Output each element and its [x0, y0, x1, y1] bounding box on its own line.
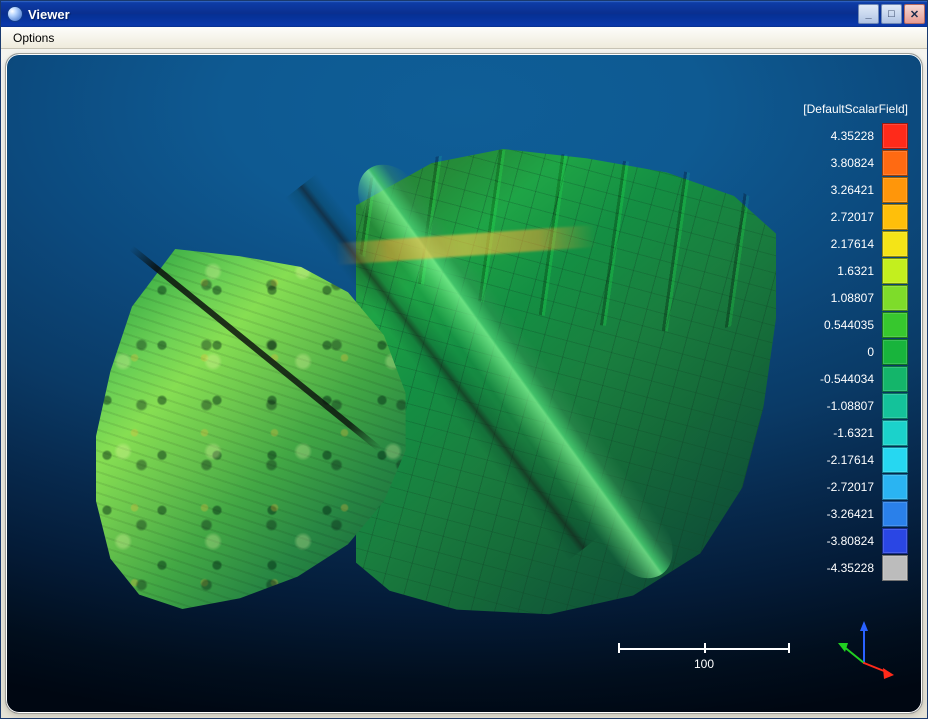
- scale-bar: 100: [618, 643, 790, 671]
- scalar-legend-value: -3.80824: [802, 534, 874, 548]
- model-surface-folds: [346, 149, 766, 469]
- scalar-legend-value: 3.80824: [802, 156, 874, 170]
- scalar-legend-swatch: [882, 420, 908, 446]
- scalar-legend-value: -4.35228: [802, 561, 874, 575]
- model-surface-crack: [129, 246, 381, 452]
- scalar-legend-value: 2.17614: [802, 237, 874, 251]
- scalar-legend-row: -4.35228: [802, 554, 908, 581]
- close-icon: ✕: [910, 8, 919, 21]
- scalar-legend-swatch: [882, 123, 908, 149]
- scalar-legend-value: 0: [802, 345, 874, 359]
- scalar-legend-swatch: [882, 231, 908, 257]
- app-window: Viewer _ □ ✕ Options: [0, 0, 928, 719]
- scalar-legend-row: -2.72017: [802, 473, 908, 500]
- minimize-icon: _: [865, 8, 871, 20]
- scalar-legend-row: 3.80824: [802, 149, 908, 176]
- scalar-legend-row: -1.08807: [802, 392, 908, 419]
- scalar-legend-row: 4.35228: [802, 122, 908, 149]
- scalar-legend-swatch: [882, 339, 908, 365]
- scalar-field-title: [DefaultScalarField]: [802, 102, 908, 116]
- scalar-legend-value: 1.6321: [802, 264, 874, 278]
- scalar-legend-swatch: [882, 285, 908, 311]
- scalar-legend-value: -1.6321: [802, 426, 874, 440]
- menu-options[interactable]: Options: [5, 29, 62, 47]
- scalar-legend-row: -2.17614: [802, 446, 908, 473]
- axis-y-arrow-icon: [838, 643, 848, 652]
- scalar-legend-row: 0: [802, 338, 908, 365]
- model-surface-groove: [285, 174, 600, 561]
- scalar-legend-row: 1.6321: [802, 257, 908, 284]
- window-title: Viewer: [28, 7, 858, 22]
- axis-x-arrow-icon: [883, 668, 894, 679]
- scalar-legend-row: -3.26421: [802, 500, 908, 527]
- minimize-button[interactable]: _: [858, 4, 879, 24]
- scalar-legend-swatch: [882, 528, 908, 554]
- scalar-legend-swatch: [882, 258, 908, 284]
- scalar-legend-value: 3.26421: [802, 183, 874, 197]
- scalar-legend-swatch: [882, 393, 908, 419]
- scalar-legend-row: 2.72017: [802, 203, 908, 230]
- model-highlight-band: [336, 225, 597, 265]
- model-surface-ridge: [344, 152, 686, 592]
- scalar-legend-swatch: [882, 366, 908, 392]
- scalar-legend-swatch: [882, 474, 908, 500]
- scalar-legend-value: 4.35228: [802, 129, 874, 143]
- viewport-3d[interactable]: [DefaultScalarField] 4.35228 3.80824 3.264…: [5, 53, 923, 714]
- scalar-field-legend: [DefaultScalarField] 4.35228 3.80824 3.264…: [802, 102, 908, 581]
- scalar-legend-value: -1.08807: [802, 399, 874, 413]
- scalar-legend-value: -2.72017: [802, 480, 874, 494]
- axis-y: [843, 646, 864, 663]
- scalar-legend-row: 0.544035: [802, 311, 908, 338]
- scalar-legend-value: 0.544035: [802, 318, 874, 332]
- scalar-legend-swatch: [882, 312, 908, 338]
- scalar-legend-row: 3.26421: [802, 176, 908, 203]
- window-buttons: _ □ ✕: [858, 4, 925, 24]
- scalar-legend-row: -1.6321: [802, 419, 908, 446]
- scalar-legend-swatch: [882, 501, 908, 527]
- menubar: Options: [1, 27, 927, 49]
- axis-trihedron: [834, 621, 894, 681]
- scalar-legend-row: -3.80824: [802, 527, 908, 554]
- point-cloud-model: [96, 139, 766, 619]
- scalar-legend-value: -0.544034: [802, 372, 874, 386]
- maximize-button[interactable]: □: [881, 4, 902, 24]
- scalar-legend-swatch: [882, 204, 908, 230]
- scalar-legend-value: -3.26421: [802, 507, 874, 521]
- scalar-legend-swatch: [882, 447, 908, 473]
- scalar-legend-swatch: [882, 555, 908, 581]
- scalar-legend-swatch: [882, 150, 908, 176]
- scalar-legend-row: 1.08807: [802, 284, 908, 311]
- axis-z-arrow-icon: [860, 621, 868, 631]
- maximize-icon: □: [888, 8, 895, 20]
- scale-bar-label: 100: [618, 657, 790, 671]
- scalar-legend-row: -0.544034: [802, 365, 908, 392]
- model-surface-left: [96, 249, 456, 609]
- client-area: [DefaultScalarField] 4.35228 3.80824 3.264…: [1, 49, 927, 718]
- scalar-legend-swatch: [882, 177, 908, 203]
- app-icon: [7, 6, 23, 22]
- scalar-legend-value: 2.72017: [802, 210, 874, 224]
- scalar-legend-value: -2.17614: [802, 453, 874, 467]
- close-button[interactable]: ✕: [904, 4, 925, 24]
- titlebar[interactable]: Viewer _ □ ✕: [1, 1, 927, 27]
- model-surface-right: [356, 149, 776, 619]
- scalar-legend-value: 1.08807: [802, 291, 874, 305]
- scalar-legend-row: 2.17614: [802, 230, 908, 257]
- scale-bar-line: [618, 643, 790, 653]
